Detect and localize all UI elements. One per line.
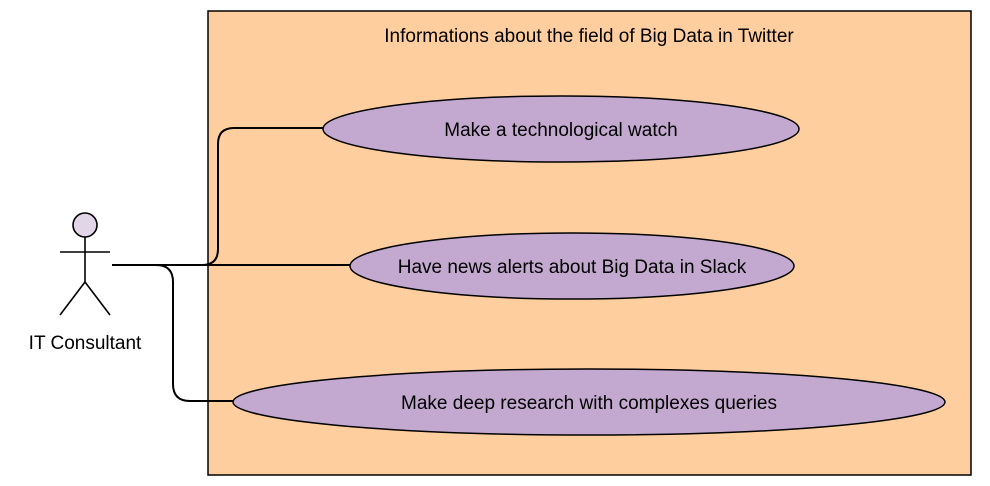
actor-it-consultant[interactable] [59, 212, 111, 316]
use-case-diagram: Informations about the field of Big Data… [29, 10, 972, 476]
use-case-label: Make a technological watch [444, 120, 677, 141]
use-case-label: Make deep research with complexes querie… [401, 393, 777, 414]
actor-label: IT Consultant [29, 333, 142, 354]
actor-head [72, 212, 98, 238]
use-case-label: Have news alerts about Big Data in Slack [398, 257, 747, 278]
actor-right-leg [84, 281, 111, 316]
system-title: Informations about the field of Big Data… [384, 26, 794, 47]
actor-left-leg [59, 281, 86, 316]
